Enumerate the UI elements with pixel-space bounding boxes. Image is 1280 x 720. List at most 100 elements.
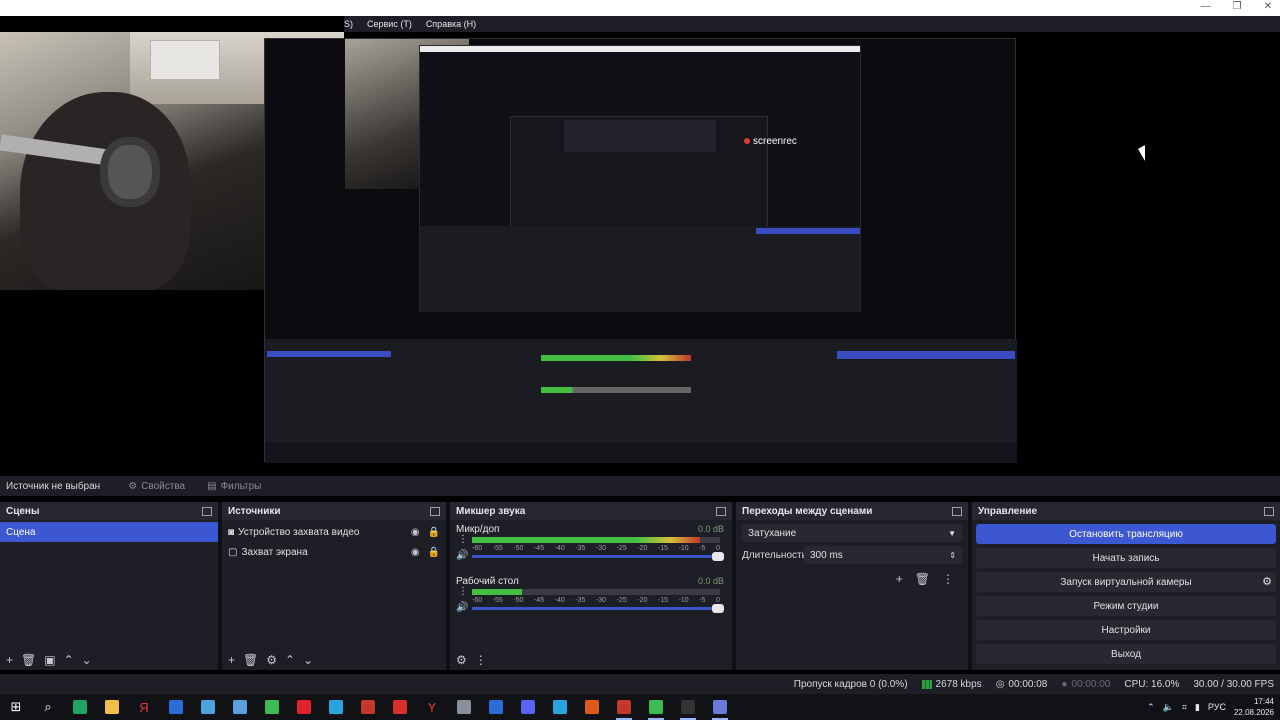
spinner-icon[interactable]: ⇕: [949, 551, 956, 560]
media-icon[interactable]: [480, 694, 512, 720]
filter-icon[interactable]: ▣: [44, 653, 55, 667]
settings-icon[interactable]: [448, 694, 480, 720]
notepad-icon[interactable]: [224, 694, 256, 720]
search-icon[interactable]: ⌕: [32, 694, 64, 720]
maximize-button[interactable]: ❐: [1233, 0, 1242, 14]
menu-item-help[interactable]: Справка (Н): [426, 16, 476, 32]
trash-icon[interactable]: 🗑: [243, 653, 258, 667]
status-bar: Пропуск кадров 0 (0.0%) 2678 kbps ◎ 00:00…: [0, 674, 1280, 694]
telegram2-icon[interactable]: [544, 694, 576, 720]
menu-item-tools[interactable]: Сервис (Т): [367, 16, 412, 32]
menu-bar: S) Сервис (Т) Справка (Н): [344, 16, 1280, 32]
opera-icon[interactable]: [288, 694, 320, 720]
trash-icon[interactable]: 🗑: [21, 653, 36, 667]
volume-meter: [472, 589, 720, 595]
gear-icon[interactable]: ⚙: [266, 653, 277, 667]
source-item[interactable]: ▢ Захват экрана ◉ 🔒: [222, 542, 446, 562]
settings-button[interactable]: Настройки: [976, 620, 1276, 640]
float-icon[interactable]: [1264, 506, 1274, 516]
gear-icon[interactable]: ⚙: [456, 653, 467, 667]
up-icon[interactable]: ⌃: [64, 653, 74, 667]
lock-icon[interactable]: 🔒: [428, 547, 440, 558]
source-item[interactable]: ◙ Устройство захвата видео ◉ 🔒: [222, 522, 446, 542]
scale-tick: -45: [533, 597, 545, 604]
stop-streaming-button[interactable]: Остановить трансляцию: [976, 524, 1276, 544]
slider-knob[interactable]: [712, 552, 724, 561]
stream-icon: ◎: [995, 678, 1005, 690]
network-icon[interactable]: ⌗: [1182, 702, 1187, 713]
start-recording-button[interactable]: Начать запись: [976, 548, 1276, 568]
pdf-icon[interactable]: [384, 694, 416, 720]
bitrate: 2678 kbps: [935, 678, 982, 690]
kebab-icon[interactable]: ⋮: [458, 534, 468, 545]
scenes-toolbar: + 🗑 ▣ ⌃ ⌄: [0, 650, 218, 670]
add-icon[interactable]: +: [228, 653, 235, 667]
folder-icon[interactable]: [96, 694, 128, 720]
kebab-icon[interactable]: ⋮: [942, 572, 954, 586]
game-icon[interactable]: [608, 694, 640, 720]
monitor-icon: ▢: [228, 546, 238, 558]
windows-icon[interactable]: ⊞: [0, 694, 32, 720]
tool-icon[interactable]: [352, 694, 384, 720]
scale-tick: 0: [715, 597, 720, 604]
meter-scale: -60 -55 -50 -45 -40 -35 -30 -25 -20 -15 -10 -5 0: [472, 597, 720, 604]
scale-tick: -25: [616, 545, 627, 552]
gear-icon[interactable]: ⚙: [1262, 575, 1272, 588]
exit-button[interactable]: Выход: [976, 644, 1276, 664]
slider-knob[interactable]: [712, 604, 724, 613]
close-button[interactable]: ✕: [1264, 0, 1272, 14]
chrome-icon[interactable]: [256, 694, 288, 720]
trash-icon[interactable]: 🗑: [915, 572, 930, 586]
kebab-icon[interactable]: ⋮: [475, 653, 487, 667]
transition-select[interactable]: Затухание ▼: [742, 524, 962, 542]
discord-icon[interactable]: [512, 694, 544, 720]
down-icon[interactable]: ⌄: [82, 653, 92, 667]
volume-slider[interactable]: [472, 552, 724, 561]
studio-mode-button[interactable]: Режим студии: [976, 596, 1276, 616]
preview-canvas[interactable]: screenrec: [0, 32, 1280, 464]
obs2-icon[interactable]: [704, 694, 736, 720]
eye-icon[interactable]: ◉: [411, 527, 420, 538]
float-icon[interactable]: [202, 506, 212, 516]
scale-tick: -10: [678, 597, 689, 604]
float-icon[interactable]: [430, 506, 440, 516]
add-icon[interactable]: +: [896, 572, 903, 586]
lock-icon[interactable]: 🔒: [428, 527, 440, 538]
store-icon[interactable]: [160, 694, 192, 720]
battery-icon[interactable]: ▮: [1195, 702, 1200, 713]
sheets-icon[interactable]: [64, 694, 96, 720]
speaker-icon[interactable]: 🔊: [456, 602, 468, 613]
scenes-dock: Сцены Сцена + 🗑 ▣ ⌃ ⌄: [0, 502, 218, 670]
volume-slider[interactable]: [472, 604, 724, 613]
duration-input[interactable]: 300 ms ⇕: [804, 546, 962, 564]
volume-icon[interactable]: 🔈: [1163, 702, 1174, 713]
minimize-button[interactable]: —: [1201, 0, 1211, 14]
properties-button[interactable]: ⚙ Свойства: [122, 477, 191, 495]
obs-icon[interactable]: [672, 694, 704, 720]
kebab-icon[interactable]: ⋮: [458, 586, 468, 597]
virtual-camera-button[interactable]: Запуск виртуальной камеры ⚙: [976, 572, 1276, 592]
eye-icon[interactable]: ◉: [411, 547, 420, 558]
yabrowser-icon[interactable]: Y: [416, 694, 448, 720]
up-icon[interactable]: ⌃: [285, 653, 295, 667]
down-icon[interactable]: ⌄: [303, 653, 313, 667]
no-source-label: Источник не выбран: [6, 480, 101, 492]
menu-item-partial[interactable]: S): [344, 16, 353, 32]
add-icon[interactable]: +: [6, 653, 13, 667]
language-indicator[interactable]: РУС: [1208, 702, 1226, 712]
green-app-icon[interactable]: [640, 694, 672, 720]
float-icon[interactable]: [716, 506, 726, 516]
cpu-usage: CPU: 16.0%: [1124, 678, 1180, 690]
filters-button[interactable]: ▤ Фильтры: [201, 477, 267, 495]
yandex-icon[interactable]: Я: [128, 694, 160, 720]
app-icon[interactable]: [192, 694, 224, 720]
telegram-icon[interactable]: [320, 694, 352, 720]
channel-name: Рабочий стол: [456, 576, 519, 587]
float-icon[interactable]: [952, 506, 962, 516]
chevron-up-icon[interactable]: ⌃: [1147, 702, 1155, 713]
orange-app-icon[interactable]: [576, 694, 608, 720]
audio-mixer-dock: Микшер звука Микр/доп 0.0 dB ⋮ -60 -55 -50…: [450, 502, 732, 670]
scene-item[interactable]: Сцена: [0, 522, 218, 542]
speaker-icon[interactable]: 🔊: [456, 550, 468, 561]
clock[interactable]: 17:44 22.08.2026: [1234, 696, 1274, 718]
